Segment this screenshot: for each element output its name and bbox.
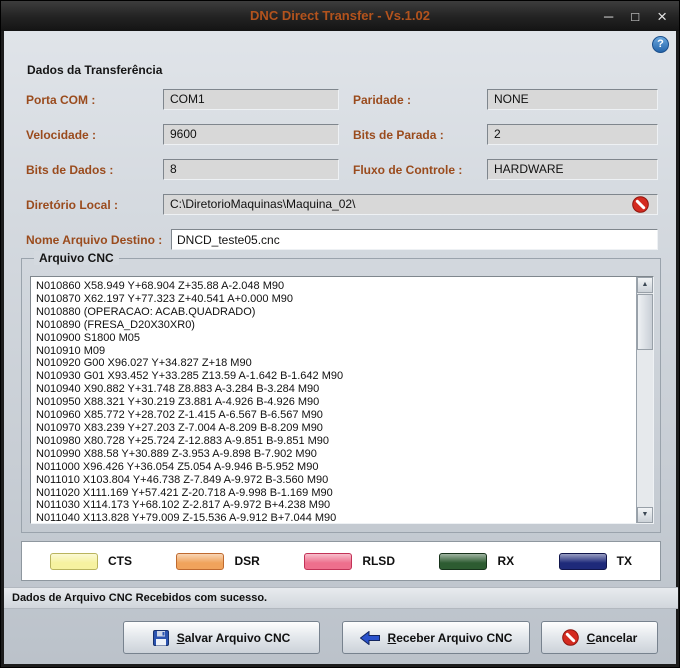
dsr-indicator <box>176 552 225 570</box>
window-controls: ─ □ × <box>604 1 667 31</box>
rx-indicator <box>439 552 488 570</box>
bits-parada-value: 2 <box>487 124 658 145</box>
save-cnc-label: Salvar Arquivo CNC <box>176 630 291 645</box>
rlsd-indicator <box>304 552 353 570</box>
paridade-label: Paridade : <box>353 93 412 107</box>
minimize-icon[interactable]: ─ <box>604 10 613 23</box>
receive-cnc-button[interactable]: Receber Arquivo CNC <box>342 621 530 654</box>
rlsd-label: RLSD <box>362 554 395 568</box>
save-cnc-button[interactable]: Salvar Arquivo CNC <box>123 621 320 654</box>
question-icon: ? <box>657 38 664 50</box>
section-title: Dados da Transferência <box>27 63 163 77</box>
legend-item: TX <box>558 552 632 570</box>
fluxo-controle-value: HARDWARE <box>487 159 658 180</box>
arrow-left-icon <box>359 630 380 645</box>
maximize-icon[interactable]: □ <box>631 10 639 23</box>
scroll-down-icon[interactable]: ▼ <box>637 507 653 523</box>
cts-indicator <box>50 552 98 570</box>
status-bar: Dados de Arquivo CNC Recebidos com suces… <box>4 587 678 609</box>
legend-item: CTS <box>50 552 132 570</box>
scroll-up-icon[interactable]: ▲ <box>637 277 653 293</box>
cnc-text[interactable]: N010860 X58.949 Y+68.904 Z+35.88 A-2.048… <box>31 277 636 523</box>
tx-label: TX <box>616 554 632 568</box>
dsr-label: DSR <box>234 554 260 568</box>
floppy-icon <box>152 629 169 646</box>
window-title: DNC Direct Transfer - Vs.1.02 <box>250 8 430 23</box>
cancel-icon <box>561 629 579 646</box>
paridade-value: NONE <box>487 89 658 110</box>
cancel-button[interactable]: Cancelar <box>541 621 658 654</box>
scrollbar-thumb[interactable] <box>637 294 653 350</box>
bits-dados-label: Bits de Dados : <box>26 163 114 177</box>
cnc-group-title: Arquivo CNC <box>34 251 119 265</box>
bits-dados-value: 8 <box>163 159 339 180</box>
porta-com-label: Porta COM : <box>26 93 96 107</box>
tx-indicator <box>558 552 607 570</box>
no-entry-icon[interactable] <box>632 196 649 213</box>
cnc-groupbox: Arquivo CNC N010860 X58.949 Y+68.904 Z+3… <box>21 251 661 533</box>
legend-item: RLSD <box>304 552 395 570</box>
legend-item: RX <box>439 552 515 570</box>
titlebar[interactable]: DNC Direct Transfer - Vs.1.02 ─ □ × <box>1 1 679 31</box>
help-button[interactable]: ? <box>652 36 669 53</box>
velocidade-label: Velocidade : <box>26 128 97 142</box>
destination-filename-input[interactable] <box>171 229 658 250</box>
status-message: Dados de Arquivo CNC Recebidos com suces… <box>12 592 268 604</box>
diretorio-local-label: Diretório Local : <box>26 198 119 212</box>
cnc-scrollbar[interactable]: ▲ ▼ <box>636 277 653 523</box>
receive-cnc-label: Receber Arquivo CNC <box>387 630 513 645</box>
bits-parada-label: Bits de Parada : <box>353 128 444 142</box>
cnc-textarea[interactable]: N010860 X58.949 Y+68.904 Z+35.88 A-2.048… <box>30 276 654 524</box>
cts-label: CTS <box>108 554 132 568</box>
app-window: DNC Direct Transfer - Vs.1.02 ─ □ × ? Da… <box>0 0 680 668</box>
porta-com-value: COM1 <box>163 89 339 110</box>
fluxo-controle-label: Fluxo de Controle : <box>353 163 463 177</box>
signal-legend: CTS DSR RLSD RX TX <box>21 541 661 581</box>
legend-item: DSR <box>176 552 260 570</box>
destination-filename-label: Nome Arquivo Destino : <box>26 233 163 247</box>
rx-label: RX <box>497 554 515 568</box>
diretorio-local-value: C:\DiretorioMaquinas\Maquina_02\ <box>163 194 658 215</box>
cancel-label: Cancelar <box>586 630 638 645</box>
velocidade-value: 9600 <box>163 124 339 145</box>
close-icon[interactable]: × <box>657 8 667 25</box>
